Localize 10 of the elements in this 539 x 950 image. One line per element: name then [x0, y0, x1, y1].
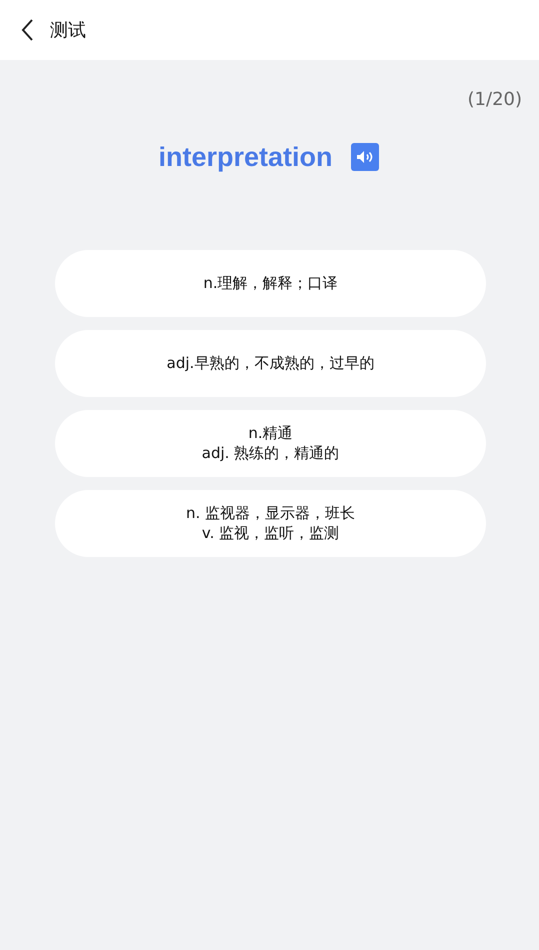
answer-option[interactable]: n. 监视器，显示器，班长 v. 监视，监听，监测: [55, 490, 486, 556]
speaker-icon: [356, 150, 374, 164]
answer-option[interactable]: n.精通 adj. 熟练的，精通的: [55, 410, 486, 476]
answer-option[interactable]: n.理解，解释；口译: [55, 250, 486, 316]
page-title: 测试: [50, 18, 86, 42]
answer-option[interactable]: adj.早熟的，不成熟的，过早的: [55, 330, 486, 396]
speaker-button[interactable]: [350, 143, 378, 172]
progress-counter: (1/20): [468, 88, 522, 112]
back-icon: [20, 18, 34, 42]
quiz-word: interpretation: [158, 141, 332, 174]
